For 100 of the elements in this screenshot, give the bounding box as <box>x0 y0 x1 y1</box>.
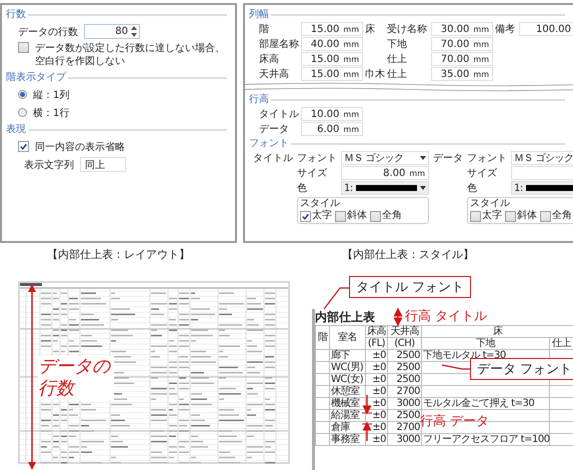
checkbox-label: 同一内容の表示省略 <box>35 140 125 154</box>
row-height-marker <box>362 395 372 441</box>
column-header: (FL) <box>366 338 388 350</box>
column-header: 床高 <box>366 326 388 338</box>
table-cell: ±0 <box>366 350 388 362</box>
field-label: 階 <box>259 22 270 36</box>
field-label: 色 <box>467 182 478 195</box>
group-heading: スタイル <box>470 198 511 210</box>
figure-caption: 【内部仕上表：スタイル】 <box>342 247 474 262</box>
checkbox[interactable] <box>470 210 481 222</box>
table-cell: ±0 <box>366 374 388 386</box>
number-field[interactable]: 15.00 mm <box>301 52 363 66</box>
number-field[interactable]: 6.00 mm <box>301 122 363 136</box>
table-cell: ±0 <box>366 434 388 446</box>
annotation-label: 行高 タイトル <box>405 309 488 324</box>
number-spinner[interactable]: 80 <box>84 24 140 39</box>
spin-arrows-icon[interactable] <box>130 25 138 38</box>
section-heading: 行高 <box>249 93 269 106</box>
number-field[interactable]: 15.00 mm <box>301 67 363 81</box>
checkbox[interactable] <box>300 210 311 222</box>
table-cell: 3000 <box>388 434 422 446</box>
field-label: 床 <box>365 22 376 36</box>
leader-line <box>440 364 471 371</box>
number-field[interactable]: 15.00 mm <box>301 22 363 36</box>
table-cell: 2500 <box>388 410 422 422</box>
column-header: 仕上 <box>550 338 573 350</box>
table-cell: 2500 <box>388 350 422 362</box>
group-heading: スタイル <box>300 198 341 210</box>
field-label: 巾木 <box>365 68 385 81</box>
color-dropdown[interactable]: 1: <box>511 181 573 195</box>
checkbox-label: データ数が設定した行数に達しない場合、空白行を作図しない <box>35 42 226 68</box>
field-label: フォント <box>467 152 507 165</box>
section-heading: 表現 <box>6 123 26 136</box>
figure-caption: 【内部仕上表：レイアウト】 <box>47 247 190 262</box>
field-label: 備考 <box>495 22 516 36</box>
field-label: 仕上 <box>387 52 408 66</box>
table-cell: 倉庫 <box>330 422 366 434</box>
field-label: 仕上 <box>387 68 408 81</box>
checkbox[interactable] <box>505 210 516 222</box>
table-cell: フリーアクセスフロア t=100 <box>422 434 550 446</box>
table-cell: 2500 <box>388 362 422 374</box>
number-field[interactable]: 30.00 mm <box>431 22 493 36</box>
leader-line <box>322 286 350 310</box>
field-label: フォント <box>297 152 337 165</box>
field-label: 床高 <box>259 52 280 66</box>
column-header: 床 <box>422 326 573 338</box>
table-cell: 機械室 <box>330 398 366 410</box>
table-cell: 事務室 <box>330 434 366 446</box>
column-header: 天井高 <box>388 326 422 338</box>
checkbox[interactable] <box>18 141 29 152</box>
field-label: データの行数 <box>18 26 78 38</box>
radio-button[interactable] <box>18 90 27 99</box>
checkbox[interactable] <box>18 42 29 53</box>
checkbox-label: 太字 <box>482 210 502 222</box>
number-field[interactable]: 8.00 mm <box>341 166 429 180</box>
caret-icon <box>420 186 426 190</box>
checkbox[interactable] <box>370 210 381 222</box>
checkbox-label: 全角 <box>552 210 572 222</box>
number-field[interactable]: 10.00 mm <box>301 107 363 121</box>
checkbox-label: 斜体 <box>347 210 367 222</box>
column-header: 室名 <box>330 326 366 350</box>
table-cell: ±0 <box>366 422 388 434</box>
table-cell: 給湯室 <box>330 410 366 422</box>
table-cell: 休憩室 <box>330 386 366 398</box>
checkbox[interactable] <box>540 210 551 222</box>
number-field[interactable]: 40.00 mm <box>301 37 363 51</box>
font-dropdown[interactable]: ＭＳ ゴシック <box>511 151 573 165</box>
group-label: タイトル <box>253 152 293 165</box>
table-cell: 廊下 <box>330 350 366 362</box>
checkbox-label: 全角 <box>382 210 402 222</box>
section-heading: フォント <box>249 137 289 150</box>
field-label: 色 <box>297 182 308 195</box>
number-field[interactable] <box>511 166 573 180</box>
checkbox[interactable] <box>335 210 346 222</box>
radio-button[interactable] <box>18 108 27 117</box>
annotation-label: データの行数 <box>38 356 114 400</box>
color-dropdown[interactable]: 1: <box>341 181 429 195</box>
field-label: データ <box>259 123 290 136</box>
table-cell: 2700 <box>388 386 422 398</box>
number-field[interactable]: 70.00 mm <box>431 52 493 66</box>
table-cell: ±0 <box>366 410 388 422</box>
callout-label: タイトル フォント <box>349 276 472 298</box>
number-field[interactable]: 100.00 <box>519 22 573 36</box>
section-heading: 階表示タイプ <box>6 71 66 84</box>
row-height-arrow <box>393 309 403 325</box>
number-field[interactable]: 70.00 mm <box>431 37 493 51</box>
field-label: 部屋名称 <box>259 38 299 51</box>
checkbox-label: 太字 <box>312 210 332 222</box>
font-dropdown[interactable]: ＭＳ ゴシック <box>341 151 429 165</box>
group-label: データ <box>433 152 463 165</box>
field-label: 表示文字列 <box>24 158 74 172</box>
number-field[interactable]: 35.00 mm <box>431 67 493 81</box>
table-cell: モルタル金ごて押え t=30 <box>422 398 550 410</box>
section-heading: 行数 <box>6 8 26 21</box>
caret-icon <box>420 156 426 160</box>
table-title: 内部仕上表 <box>315 309 375 325</box>
table-cell: 2700 <box>388 422 422 434</box>
annotation-label: 行高 データ <box>420 414 490 429</box>
field-label: サイズ <box>297 167 328 180</box>
text-field[interactable]: 同上 <box>80 157 126 172</box>
